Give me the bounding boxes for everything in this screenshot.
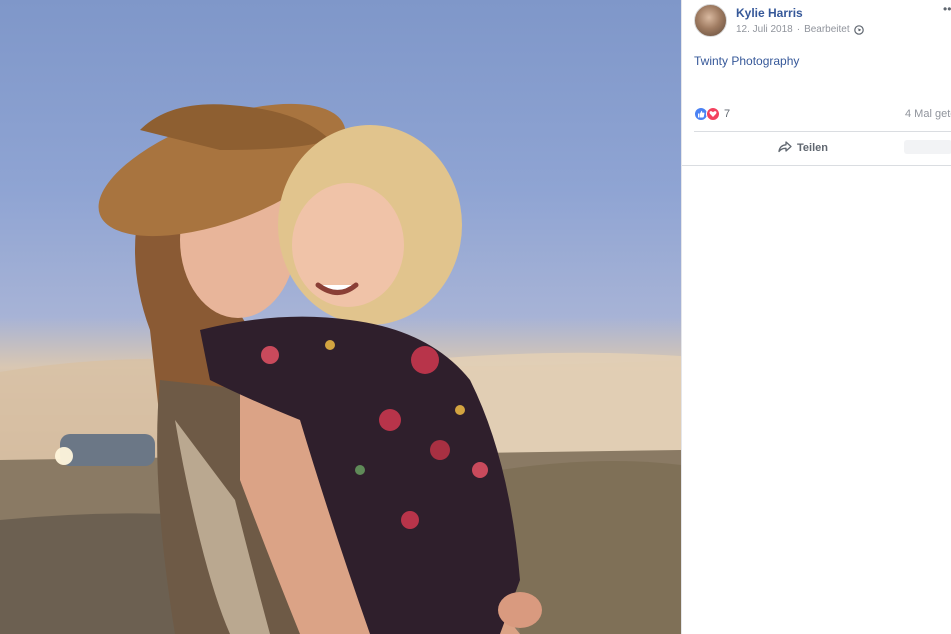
post-meta: 12. Juli 2018 · Bearbeitet [736, 24, 864, 35]
post-photo[interactable] [0, 0, 681, 634]
divider [694, 131, 951, 132]
meta-separator: · [796, 24, 801, 35]
love-icon [706, 107, 720, 121]
author-avatar[interactable] [694, 4, 727, 37]
share-arrow-icon [778, 140, 792, 156]
globe-icon[interactable] [853, 24, 864, 35]
shares-count-link[interactable]: 4 Mal geteilt [905, 108, 951, 120]
share-button-label: Teilen [797, 142, 828, 154]
post-date[interactable]: 12. Juli 2018 [736, 24, 793, 35]
post-caption[interactable]: Twinty Photography [694, 54, 799, 68]
photo-illustration [0, 103, 681, 634]
share-button[interactable]: Teilen [778, 140, 828, 156]
divider [682, 165, 951, 166]
faded-action-button[interactable] [904, 140, 951, 154]
reactions-summary[interactable]: 7 [694, 106, 730, 122]
post-details-panel: Kylie Harris 12. Juli 2018 · Bearbeitet … [681, 0, 951, 634]
more-options-icon[interactable]: ••• [943, 2, 951, 16]
edited-label[interactable]: Bearbeitet [804, 24, 850, 35]
reaction-count: 7 [724, 108, 731, 120]
author-name-link[interactable]: Kylie Harris [736, 6, 803, 20]
